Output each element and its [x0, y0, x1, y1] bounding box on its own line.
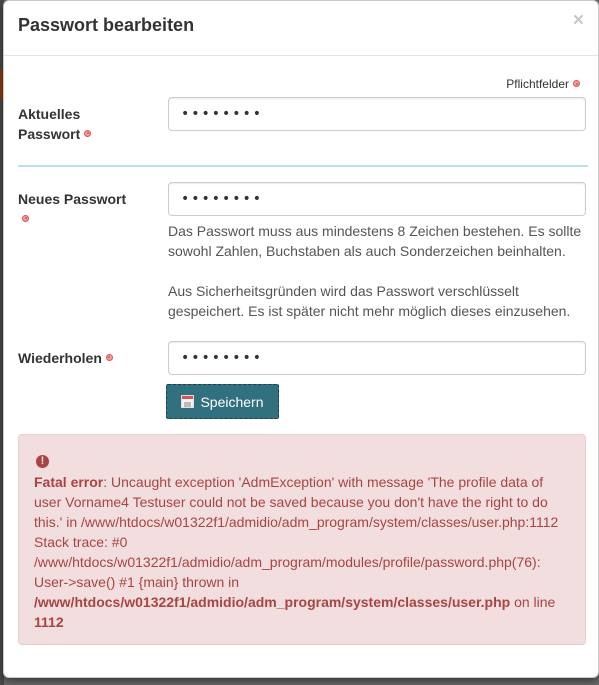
modal-title: Passwort bearbeiten [18, 15, 195, 35]
required-dot-icon [22, 214, 29, 222]
current-password-label: Aktuelles Passwort [18, 104, 92, 144]
new-password-input[interactable]: •••••••• [168, 182, 586, 216]
error-file: /www/htdocs/w01322f1/admidio/adm_program… [34, 594, 511, 610]
error-title: Fatal error [34, 474, 104, 490]
required-dot-icon [84, 129, 92, 137]
new-password-label: Neues Passwort [18, 189, 126, 229]
new-password-label-text: Neues Passwort [18, 191, 127, 207]
error-text: : Uncaught exception 'AdmException' with… [34, 474, 559, 590]
required-legend: Pflichtfelder [506, 77, 580, 91]
new-password-help-2: Aus Sicherheitsgründen wird das Passwort… [168, 283, 571, 319]
repeat-password-input[interactable]: •••••••• [168, 341, 586, 375]
error-message: Fatal error: Uncaught exception 'AdmExce… [34, 472, 570, 632]
error-alert: ! Fatal error: Uncaught exception 'AdmEx… [18, 434, 586, 645]
modal-header: Passwort bearbeiten × [4, 1, 598, 56]
current-password-input[interactable]: •••••••• [168, 97, 586, 131]
new-password-help-1: Das Passwort muss aus mindestens 8 Zeich… [168, 223, 582, 259]
password-modal: Passwort bearbeiten × Pflichtfelder Aktu… [3, 0, 599, 678]
section-separator [18, 165, 588, 167]
required-dot-icon [573, 80, 580, 88]
repeat-password-label: Wiederholen [18, 348, 113, 368]
exclamation-circle-icon: ! [36, 455, 49, 468]
current-password-label-line1: Aktuelles [18, 106, 81, 122]
current-password-label-line2: Passwort [18, 126, 81, 142]
repeat-password-label-text: Wiederholen [18, 350, 102, 366]
save-button-label: Speichern [200, 393, 264, 410]
error-line: 1112 [34, 614, 64, 630]
error-on-line: on line [510, 594, 556, 610]
required-dot-icon [105, 353, 113, 361]
required-legend-label: Pflichtfelder [506, 77, 569, 91]
save-button[interactable]: Speichern [166, 384, 279, 419]
close-button[interactable]: × [573, 11, 584, 30]
floppy-disk-icon [181, 395, 195, 408]
